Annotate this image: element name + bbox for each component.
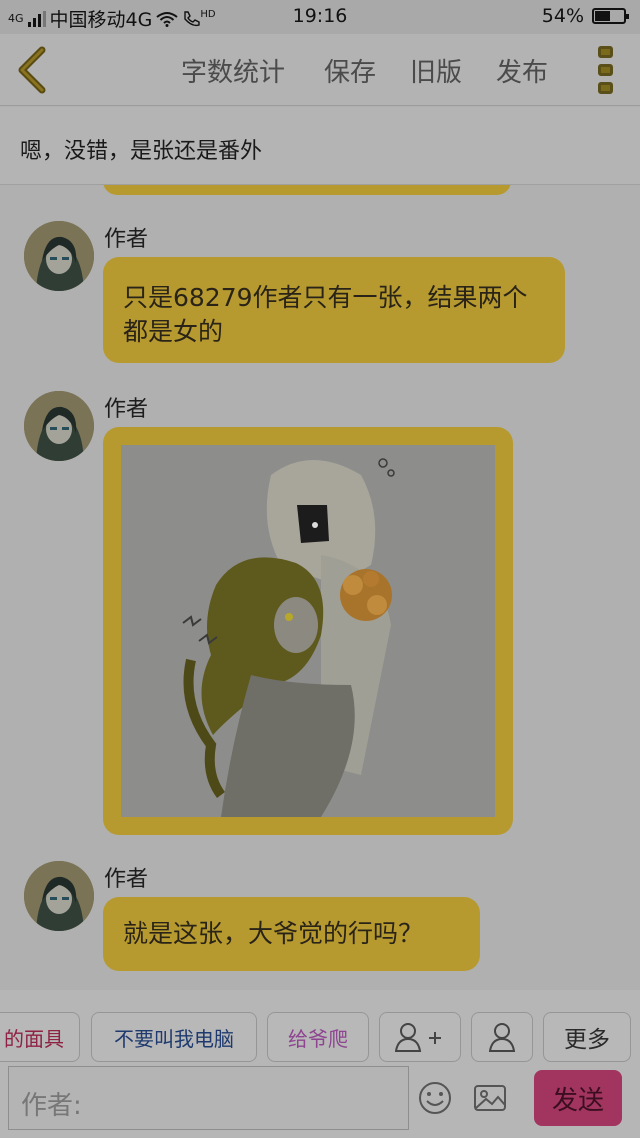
chevron-left-icon (18, 46, 46, 94)
author-name: 作者 (104, 227, 149, 252)
send-button[interactable]: 发送 (534, 1070, 622, 1126)
composer-bar: 作者: 发送 (0, 1064, 640, 1138)
quick-phrase-label: 的面具 (4, 1026, 64, 1051)
image-button[interactable] (472, 1080, 508, 1116)
battery-icon (592, 8, 629, 24)
publish-button[interactable]: 发布 (496, 52, 548, 89)
author-name: 作者 (104, 867, 149, 892)
add-character-button[interactable] (379, 1012, 461, 1062)
previous-bubble (103, 185, 511, 195)
more-dot-icon (598, 82, 613, 94)
add-person-icon (395, 1023, 441, 1052)
quick-phrase-label: 给爷爬 (288, 1026, 348, 1051)
more-menu-button[interactable] (598, 44, 618, 96)
avatar-image (24, 861, 94, 931)
quick-phrase-bar: 的面具 不要叫我电脑 给爷爬 更多 (0, 990, 640, 1064)
message-input[interactable]: 作者: (8, 1066, 409, 1130)
avatar-image (24, 391, 94, 461)
status-bar: 4G 中国移动4G HD 19:16 54% (0, 0, 640, 34)
emoji-button[interactable] (417, 1080, 453, 1116)
quick-phrase-chip[interactable]: 不要叫我电脑 (91, 1012, 257, 1062)
battery-fill (595, 11, 610, 21)
picture-icon (474, 1085, 506, 1111)
avatar[interactable] (24, 391, 94, 461)
reply-quote: 嗯，没错，是张还是番外 (0, 107, 640, 185)
more-phrases-label: 更多 (564, 1027, 610, 1053)
save-button[interactable]: 保存 (324, 52, 376, 89)
avatar[interactable] (24, 221, 94, 291)
avatar[interactable] (24, 861, 94, 931)
word-count-button[interactable]: 字数统计 (181, 52, 285, 89)
quick-phrase-chip[interactable]: 给爷爬 (267, 1012, 369, 1062)
image-message-bubble[interactable] (103, 427, 513, 835)
old-version-button[interactable]: 旧版 (410, 52, 462, 89)
back-button[interactable] (14, 44, 54, 96)
author-name: 作者 (104, 397, 149, 422)
more-dot-icon (598, 46, 613, 58)
quick-phrase-label: 不要叫我电脑 (114, 1026, 234, 1051)
more-dot-icon (598, 64, 613, 76)
smiley-icon (419, 1082, 451, 1114)
avatar-image (24, 221, 94, 291)
quick-phrase-chip[interactable]: 的面具 (0, 1012, 80, 1062)
person-icon (489, 1023, 515, 1052)
status-right: 54% (541, 5, 629, 27)
message-bubble[interactable]: 就是这张，大爷觉的行吗？ (103, 897, 480, 971)
message-bubble[interactable]: 只是68279作者只有一张，结果两个都是女的 (103, 257, 565, 363)
more-phrases-button[interactable]: 更多 (543, 1012, 631, 1062)
battery-percent: 54% (541, 5, 584, 27)
nav-bar: 字数统计 保存 旧版 发布 (0, 34, 640, 106)
illustration-image (121, 445, 495, 817)
character-button[interactable] (471, 1012, 533, 1062)
chat-area[interactable]: 作者 只是68279作者只有一张，结果两个都是女的 作者 作者 就是这张，大爷觉… (0, 185, 640, 990)
message-image[interactable] (121, 445, 495, 817)
